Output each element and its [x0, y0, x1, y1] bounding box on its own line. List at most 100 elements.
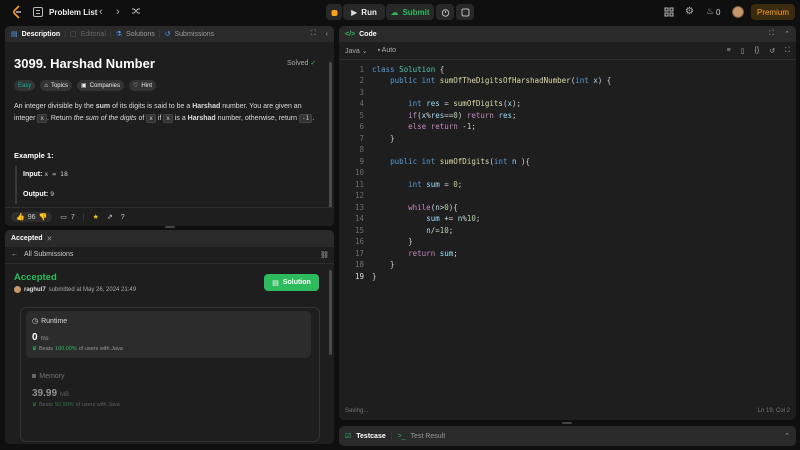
run-label: Run: [361, 7, 377, 17]
statement-bold: sum: [95, 103, 111, 110]
clock-icon: ◷: [32, 318, 39, 325]
editor-toolbar: Java ⌄ ▪ Auto ≡ ▯ {} ↺ ⛶: [339, 42, 796, 60]
autosave-label: Auto: [381, 47, 397, 54]
problem-list-icon[interactable]: [33, 7, 43, 17]
tab-solutions[interactable]: Solutions: [126, 31, 155, 38]
accepted-scrollbar[interactable]: [329, 270, 332, 355]
solution-button[interactable]: ▤ Solution: [264, 274, 319, 291]
statement-text: of its digits is said to be a: [110, 103, 193, 110]
vote-group: 👍 96 👎: [11, 212, 53, 222]
notes-button[interactable]: [456, 4, 474, 20]
code-line: }: [372, 237, 413, 246]
submitted-date: submitted at May 26, 2024 21:49: [48, 286, 137, 293]
tab-code[interactable]: Code: [359, 31, 377, 38]
beats-icon: ♛: [32, 402, 37, 408]
tag-icon: ⌂: [44, 82, 48, 89]
memory-value: 39.99: [32, 388, 58, 399]
line-number: 7: [359, 134, 364, 143]
saving-status: Saving...: [345, 408, 369, 414]
output-value: 9: [50, 190, 55, 198]
difficulty-badge: Easy: [14, 80, 36, 91]
line-number: 4: [359, 99, 364, 108]
reset-icon[interactable]: ↺: [769, 47, 775, 55]
thumbs-down-icon[interactable]: 👎: [39, 213, 48, 221]
prev-problem-icon[interactable]: ‹: [99, 6, 103, 18]
timer-button[interactable]: [436, 4, 454, 20]
user-avatar[interactable]: [732, 6, 744, 18]
line-number: 3: [359, 88, 364, 97]
autosave-toggle[interactable]: ▪ Auto: [378, 47, 396, 54]
format-icon[interactable]: ≡: [727, 47, 731, 54]
star-icon[interactable]: ★: [93, 213, 99, 221]
memory-card[interactable]: ◙ Memory 39.99 MB ♛ Beats 92.90% of user…: [26, 367, 311, 414]
horizontal-splitter[interactable]: [165, 226, 175, 228]
streak-flame-icon[interactable]: ♨: [706, 6, 714, 17]
accepted-tab[interactable]: Accepted ✕: [11, 235, 52, 243]
line-number: 16: [354, 237, 364, 246]
memory-beats: ♛ Beats 92.90% of users with Java: [32, 402, 120, 408]
back-to-submissions[interactable]: ← All Submissions: [11, 251, 73, 258]
runtime-card[interactable]: ◷ Runtime 0 ms ♛ Beats 100.00% of users …: [26, 311, 311, 358]
hint-chip[interactable]: ♡ Hint: [129, 80, 157, 91]
statement-bold: Harshad: [187, 115, 216, 122]
tab-testcase[interactable]: Testcase: [356, 433, 385, 440]
language-select[interactable]: Java ⌄: [345, 47, 368, 55]
all-submissions-link: All Submissions: [24, 251, 74, 258]
runtime-value: 0: [32, 332, 38, 343]
line-number: 17: [354, 249, 364, 258]
editor-status: Saving... Ln 19, Col 2: [345, 408, 790, 414]
companies-chip[interactable]: ▣ Companies: [76, 80, 125, 91]
maximize-icon[interactable]: ⛶: [311, 30, 316, 38]
premium-button[interactable]: Premium: [751, 4, 795, 20]
tab-description[interactable]: Description: [22, 31, 61, 38]
leetcode-logo-icon[interactable]: [10, 5, 24, 19]
close-tab-icon[interactable]: ✕: [47, 235, 53, 243]
runtime-label: Runtime: [41, 317, 68, 325]
submitter-name[interactable]: raghul7: [24, 287, 46, 293]
link-icon[interactable]: ⛓: [320, 251, 329, 259]
shuffle-icon[interactable]: [131, 6, 141, 16]
topics-chip[interactable]: ⌂ Topics: [40, 80, 72, 91]
braces-icon[interactable]: {}: [755, 47, 760, 54]
problem-list-link[interactable]: Problem List: [49, 8, 97, 17]
settings-gear-icon[interactable]: ⚙: [685, 6, 694, 17]
code-line: }: [372, 260, 395, 269]
expand-up-icon[interactable]: ⌃: [784, 432, 790, 440]
submissions-tab-icon: ↺: [164, 31, 171, 38]
statement-text: integer: [14, 115, 38, 122]
runtime-beats: ♛ Beats 100.00% of users with Java: [32, 346, 123, 352]
memory-header: ◙ Memory: [32, 373, 65, 380]
tab-test-result[interactable]: Test Result: [411, 433, 446, 440]
next-problem-icon[interactable]: ›: [116, 6, 120, 18]
tab-editorial[interactable]: Editorial: [81, 31, 106, 38]
submit-button[interactable]: ☁ Submit: [386, 4, 434, 20]
problem-statement: An integer divisible by the sum of its d…: [14, 101, 326, 125]
maximize-icon[interactable]: ⛶: [769, 30, 774, 38]
layout-grid-icon[interactable]: [664, 7, 674, 17]
bookmark-icon[interactable]: ▯: [741, 47, 745, 55]
accepted-panel: Accepted ✕ ← All Submissions ⛓ Accepted …: [5, 230, 334, 444]
line-number: 11: [354, 180, 364, 189]
help-icon[interactable]: ?: [121, 214, 125, 221]
collapse-up-icon[interactable]: ⌃: [784, 30, 790, 38]
statement-text: of: [136, 115, 147, 122]
thumbs-up-icon[interactable]: 👍: [16, 213, 25, 221]
arrow-left-icon: ←: [11, 251, 18, 258]
description-scrollbar[interactable]: [329, 62, 332, 212]
debug-button[interactable]: [326, 4, 342, 20]
run-button[interactable]: ▶ Run: [343, 4, 385, 20]
fullscreen-icon[interactable]: ⛶: [785, 47, 790, 55]
accepted-status: Accepted: [14, 272, 57, 283]
code-panel: </> Code ⛶ ⌃ Java ⌄ ▪ Auto ≡ ▯ {} ↺ ⛶ Sa…: [339, 26, 796, 420]
solved-status: Solved ✓: [287, 59, 316, 67]
line-number: 5: [359, 111, 364, 120]
horizontal-splitter[interactable]: [562, 422, 572, 424]
tab-submissions[interactable]: Submissions: [175, 31, 215, 38]
premium-label: Premium: [756, 7, 789, 17]
share-icon[interactable]: ⇗: [107, 213, 113, 221]
comment-icon[interactable]: ▭: [60, 213, 67, 221]
runtime-value-row: 0 ms: [32, 332, 49, 343]
line-number: 15: [354, 226, 364, 235]
beats-suffix: of users with Java: [78, 346, 123, 352]
collapse-left-icon[interactable]: ‹: [326, 31, 328, 38]
